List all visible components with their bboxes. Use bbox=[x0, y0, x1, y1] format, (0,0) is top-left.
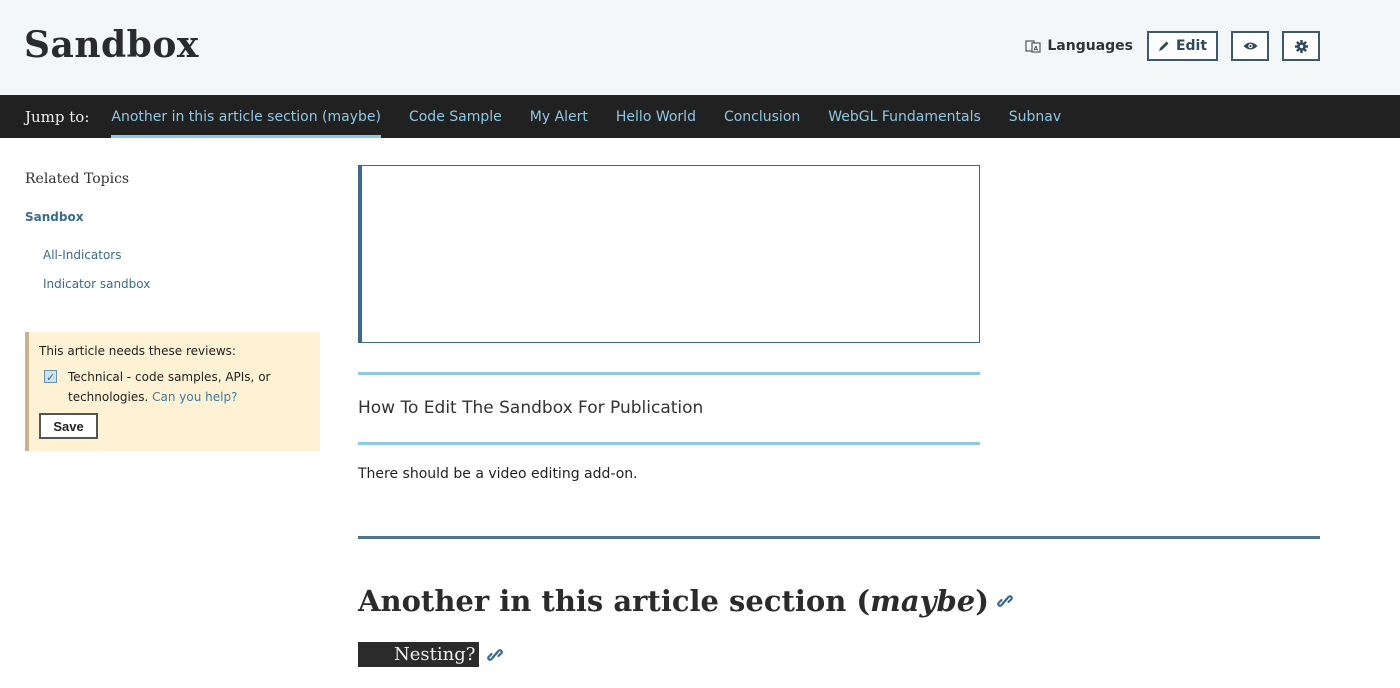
related-link-indicator-sandbox[interactable]: Indicator sandbox bbox=[43, 277, 150, 291]
section-divider bbox=[358, 536, 1320, 539]
review-intro: This article needs these reviews: bbox=[39, 344, 236, 358]
header-tools: A Languages Edit bbox=[1025, 31, 1320, 61]
languages-label: Languages bbox=[1047, 38, 1133, 54]
review-request-box: This article needs these reviews: Techni… bbox=[25, 332, 320, 451]
page-title: Sandbox bbox=[24, 24, 199, 66]
jump-link-conclusion[interactable]: Conclusion bbox=[724, 95, 800, 138]
section-heading-suffix: ) bbox=[975, 584, 989, 618]
languages-link[interactable]: A Languages bbox=[1025, 38, 1133, 54]
permalink-icon[interactable] bbox=[997, 593, 1013, 609]
language-icon: A bbox=[1025, 38, 1043, 54]
nesting-label: Nesting? bbox=[358, 642, 480, 667]
settings-button[interactable] bbox=[1282, 31, 1320, 61]
body-text: There should be a video editing add-on. bbox=[358, 466, 638, 482]
jump-link-another-section[interactable]: Another in this article section (maybe) bbox=[111, 95, 381, 138]
section-heading-emphasis: maybe bbox=[870, 584, 976, 618]
edit-button[interactable]: Edit bbox=[1147, 31, 1218, 61]
jump-link-hello-world[interactable]: Hello World bbox=[616, 95, 696, 138]
gear-icon bbox=[1294, 39, 1308, 53]
jump-link-webgl-fundamentals[interactable]: WebGL Fundamentals bbox=[828, 95, 981, 138]
jump-label: Jump to: bbox=[25, 107, 90, 126]
nesting-heading: Nesting? bbox=[358, 642, 504, 667]
save-button[interactable]: Save bbox=[39, 413, 98, 439]
page-header: Sandbox A Languages Edit bbox=[0, 0, 1400, 95]
pencil-icon bbox=[1158, 40, 1170, 52]
jump-link-my-alert[interactable]: My Alert bbox=[530, 95, 588, 138]
edit-label: Edit bbox=[1175, 38, 1208, 54]
section-heading-prefix: Another in this article section ( bbox=[358, 584, 871, 618]
related-link-sandbox[interactable]: Sandbox bbox=[25, 210, 83, 224]
permalink-icon[interactable] bbox=[487, 647, 504, 663]
watch-button[interactable] bbox=[1231, 31, 1269, 61]
svg-text:A: A bbox=[1034, 46, 1039, 53]
related-topics-title: Related Topics bbox=[25, 171, 130, 187]
related-link-all-indicators[interactable]: All-Indicators bbox=[43, 248, 122, 262]
divider bbox=[358, 372, 980, 375]
divider bbox=[358, 442, 980, 445]
how-to-title: How To Edit The Sandbox For Publication bbox=[358, 398, 704, 418]
video-embed[interactable] bbox=[358, 165, 980, 343]
review-item-text: Technical - code samples, APIs, or techn… bbox=[68, 367, 310, 407]
jump-link-subnav[interactable]: Subnav bbox=[1009, 95, 1061, 138]
review-item-technical: Technical - code samples, APIs, or techn… bbox=[39, 367, 310, 407]
technical-review-checkbox[interactable] bbox=[44, 368, 57, 388]
eye-icon bbox=[1243, 41, 1258, 51]
jump-link-code-sample[interactable]: Code Sample bbox=[409, 95, 502, 138]
jump-nav: Jump to: Another in this article section… bbox=[0, 95, 1400, 138]
section-heading: Another in this article section (maybe) bbox=[358, 584, 1013, 618]
can-you-help-link[interactable]: Can you help? bbox=[152, 390, 237, 404]
